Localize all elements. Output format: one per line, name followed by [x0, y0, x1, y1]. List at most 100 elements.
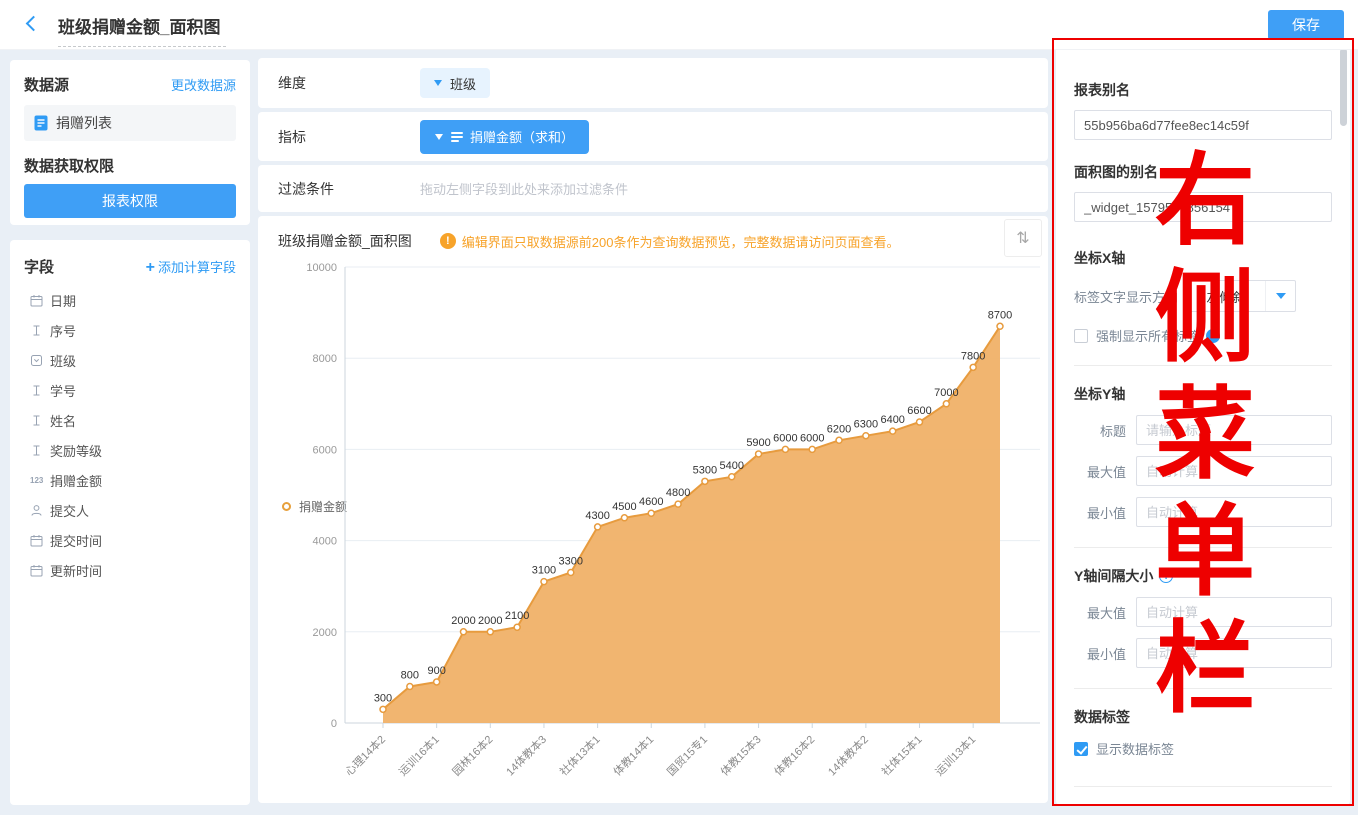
- x-axis-label: 心理14本2: [342, 732, 388, 778]
- y-interval-section-title: Y轴间隔大小 ?: [1074, 566, 1332, 586]
- change-datasource-link[interactable]: 更改数据源: [171, 75, 236, 94]
- y-max-input[interactable]: [1136, 456, 1332, 486]
- data-point[interactable]: [809, 446, 815, 452]
- data-label: 4800: [666, 487, 690, 499]
- preview-warning: ! 编辑界面只取数据源前200条作为查询数据预览，完整数据请访问页面查看。: [440, 232, 900, 251]
- filter-row[interactable]: 过滤条件 拖动左侧字段到此处来添加过滤条件: [258, 165, 1048, 212]
- data-label: 6300: [854, 419, 878, 431]
- filter-placeholder: 拖动左侧字段到此处来添加过滤条件: [420, 179, 628, 198]
- data-point[interactable]: [648, 510, 654, 516]
- field-item[interactable]: 姓名: [24, 405, 236, 435]
- data-label: 3300: [559, 556, 583, 568]
- back-icon[interactable]: [26, 17, 38, 29]
- field-item[interactable]: 序号: [24, 315, 236, 345]
- scrollbar-thumb[interactable]: [1340, 48, 1347, 126]
- data-point[interactable]: [434, 679, 440, 685]
- y-axis-tick-label: 0: [331, 718, 337, 730]
- field-item[interactable]: 学号: [24, 375, 236, 405]
- data-point[interactable]: [729, 474, 735, 480]
- y-axis-tick-label: 10000: [306, 262, 337, 274]
- sort-icon: ⇅: [1016, 228, 1029, 248]
- area-alias-input[interactable]: [1074, 192, 1332, 222]
- data-point[interactable]: [487, 629, 493, 635]
- datasource-item[interactable]: 捐赠列表: [24, 105, 236, 141]
- data-point[interactable]: [702, 478, 708, 484]
- data-label: 5300: [693, 464, 717, 476]
- x-axis-section-title: 坐标X轴: [1074, 248, 1332, 268]
- data-point[interactable]: [568, 570, 574, 576]
- data-point[interactable]: [890, 428, 896, 434]
- datasource-card: 数据源 更改数据源 捐赠列表 数据获取权限 报表权限: [10, 60, 250, 225]
- help-icon[interactable]: ?: [1159, 569, 1173, 583]
- label-direction-label: 标签文字显示方向: [1074, 287, 1178, 306]
- data-point[interactable]: [595, 524, 601, 530]
- field-item-label: 姓名: [50, 411, 76, 430]
- data-point[interactable]: [621, 515, 627, 521]
- field-item[interactable]: 123捐赠金额: [24, 465, 236, 495]
- text-icon: [30, 324, 50, 337]
- number-icon: 123: [30, 476, 50, 485]
- data-label: 5900: [746, 437, 770, 449]
- data-point[interactable]: [675, 501, 681, 507]
- x-axis-label: 体教15本3: [717, 732, 763, 778]
- field-item[interactable]: 奖励等级: [24, 435, 236, 465]
- interval-min-label: 最小值: [1074, 644, 1126, 663]
- field-item[interactable]: 更新时间: [24, 555, 236, 585]
- page-title: 班级捐赠金额_面积图: [58, 13, 226, 47]
- data-point[interactable]: [997, 323, 1003, 329]
- save-button[interactable]: 保存: [1268, 10, 1344, 40]
- report-alias-input[interactable]: [1074, 110, 1332, 140]
- data-point[interactable]: [970, 364, 976, 370]
- metric-pill[interactable]: 捐赠金额（求和）: [420, 120, 589, 154]
- chevron-down-icon: [434, 80, 442, 86]
- dimension-pill[interactable]: 班级: [420, 68, 490, 98]
- panel-scrollbar[interactable]: [1340, 48, 1347, 800]
- data-label: 2000: [451, 615, 475, 627]
- data-point[interactable]: [541, 579, 547, 585]
- chevron-down-icon[interactable]: [1265, 281, 1295, 311]
- data-point[interactable]: [782, 446, 788, 452]
- calendar-icon: [30, 534, 50, 547]
- data-point[interactable]: [917, 419, 923, 425]
- data-point[interactable]: [756, 451, 762, 457]
- show-data-labels-label: 显示数据标签: [1096, 739, 1174, 758]
- label-direction-select[interactable]: 左倾斜: [1186, 280, 1296, 312]
- force-labels-checkbox[interactable]: [1074, 329, 1088, 343]
- field-item[interactable]: 提交人: [24, 495, 236, 525]
- data-point[interactable]: [407, 684, 413, 690]
- data-label: 2100: [505, 610, 529, 622]
- data-point[interactable]: [460, 629, 466, 635]
- field-item[interactable]: 提交时间: [24, 525, 236, 555]
- settings-panel: 报表别名 面积图的别名 坐标X轴 标签文字显示方向 左倾斜 强制显示所有标签 ?…: [1056, 44, 1350, 805]
- interval-min-input[interactable]: [1136, 638, 1332, 668]
- field-item[interactable]: 班级: [24, 345, 236, 375]
- interval-max-input[interactable]: [1136, 597, 1332, 627]
- field-item-label: 奖励等级: [50, 441, 102, 460]
- dimension-row: 维度 班级: [258, 58, 1048, 108]
- info-icon[interactable]: ?: [1206, 329, 1220, 343]
- add-calc-field-link[interactable]: +添加计算字段: [146, 257, 236, 277]
- data-point[interactable]: [863, 433, 869, 439]
- filter-label: 过滤条件: [278, 179, 420, 199]
- x-axis-label: 14体教本2: [825, 732, 871, 778]
- data-label: 900: [427, 665, 445, 677]
- data-point[interactable]: [380, 706, 386, 712]
- warning-text: 编辑界面只取数据源前200条作为查询数据预览，完整数据请访问页面查看。: [462, 232, 900, 251]
- y-title-input[interactable]: [1136, 415, 1332, 445]
- metric-pill-label: 捐赠金额（求和）: [470, 127, 574, 146]
- y-min-input[interactable]: [1136, 497, 1332, 527]
- dimension-label: 维度: [278, 73, 420, 93]
- data-point[interactable]: [514, 624, 520, 630]
- datasource-section-title: 数据源: [24, 74, 69, 95]
- field-item[interactable]: 日期: [24, 285, 236, 315]
- x-axis-label: 社体15本1: [878, 732, 924, 778]
- data-point[interactable]: [943, 401, 949, 407]
- data-label: 800: [401, 670, 419, 682]
- data-permission-title: 数据获取权限: [24, 155, 236, 176]
- data-label: 4500: [612, 501, 636, 513]
- show-data-labels-checkbox[interactable]: [1074, 742, 1088, 756]
- report-permission-button[interactable]: 报表权限: [24, 184, 236, 218]
- x-axis-label: 运训16本1: [396, 732, 442, 778]
- sort-button[interactable]: ⇅: [1004, 219, 1042, 257]
- data-point[interactable]: [836, 437, 842, 443]
